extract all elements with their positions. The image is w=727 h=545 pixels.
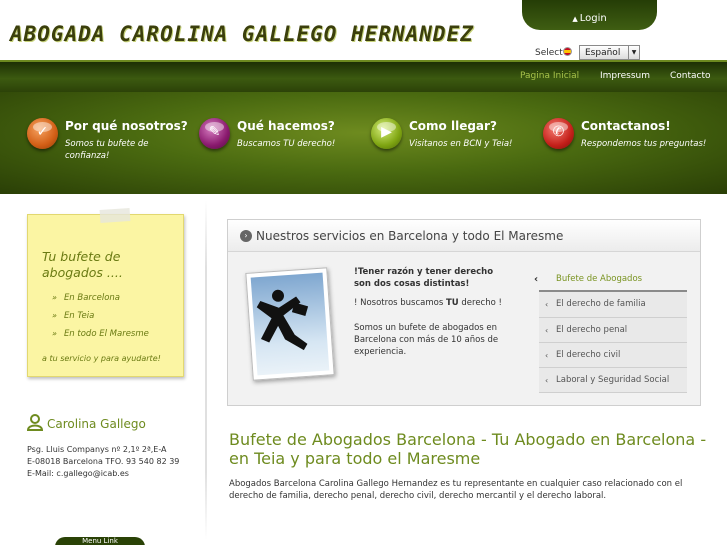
services-headline: !Tener razón y tener derecho son dos cos… (354, 267, 494, 289)
services-menu-item-laboral[interactable]: ‹ Laboral y Seguridad Social (539, 368, 687, 394)
feature-como-llegar[interactable]: ▶ Como llegar? Visitanos en BCN y Teia! (371, 118, 543, 178)
bottom-tab[interactable]: Menu Link (55, 537, 145, 545)
contact-address: E-08018 Barcelona TFO. 93 540 82 39 (27, 457, 180, 466)
feature-por-que[interactable]: ✓ Por qué nosotros? Somos tu bufete de c… (27, 118, 199, 178)
list-item[interactable]: » En Teia (52, 311, 149, 329)
language-select-label: Select (535, 48, 563, 58)
play-glyph: ▶ (381, 124, 392, 140)
pencil-glyph: ✎ (208, 124, 221, 140)
services-menu-item-familia[interactable]: ‹ El derecho de familia (539, 292, 687, 318)
feature-title: Contactanos! (581, 119, 671, 133)
services-menu-item-bufete[interactable]: ‹ Bufete de Abogados (534, 267, 687, 293)
sticky-note: Tu bufete de abogados .... » En Barcelona… (27, 207, 184, 377)
chevron-left-icon: ‹ (545, 376, 549, 386)
feature-subtitle: Somos tu bufete de confianza! (65, 139, 149, 161)
services-description: Somos un bufete de abogados en Barcelona… (354, 323, 499, 357)
page-intro: Abogados Barcelona Carolina Gallego Hern… (229, 479, 683, 501)
site-logo[interactable]: ABOGADA CAROLINA GALLEGO HERNANDEZ (10, 22, 474, 46)
services-menu: ‹ Bufete de Abogados ‹ El derecho de famil… (534, 267, 687, 394)
services-menu-item-civil[interactable]: ‹ El derecho civil (539, 342, 687, 369)
contact-email[interactable]: E-Mail: c.gallego@icab.es (27, 469, 129, 478)
contact-name: Carolina Gallego (47, 417, 146, 431)
feature-subtitle: Visitanos en BCN y Teia! (409, 139, 513, 149)
feature-contactanos[interactable]: ✆ Contactanos! Respondemos tus preguntas… (543, 118, 715, 178)
tape-decoration (99, 207, 131, 224)
feature-subtitle: Buscamos TU derecho! (237, 139, 336, 149)
feature-subtitle: Respondemos tus preguntas! (581, 139, 707, 149)
login-link[interactable]: ▲ Login (522, 13, 657, 24)
list-item[interactable]: » En todo El Maresme (52, 329, 149, 347)
services-slogan: ! Nosotros buscamos TU derecho ! (354, 298, 502, 308)
chevron-right-icon: » (52, 293, 57, 302)
services-header: › Nuestros servicios en Barcelona y todo… (228, 220, 700, 252)
feature-que-hacemos[interactable]: ✎ Qué hacemos? Buscamos TU derecho! (199, 118, 371, 178)
feature-title: Por qué nosotros? (65, 119, 188, 133)
chevron-right-icon: › (240, 230, 252, 242)
chevron-left-icon: ‹ (545, 300, 549, 310)
feature-title: Qué hacemos? (237, 119, 335, 133)
language-select[interactable]: Español ▼ (579, 45, 640, 60)
user-icon (27, 414, 43, 431)
chevron-right-icon: » (52, 329, 57, 338)
spain-flag-icon (563, 47, 572, 56)
note-title: Tu bufete de abogados .... (42, 249, 123, 280)
login-tab: ▲ Login (522, 0, 657, 30)
chevron-left-icon: ‹ (545, 325, 549, 335)
main-nav: Pagina Inicial Impressum Contacto (0, 60, 727, 92)
list-item[interactable]: » En Barcelona (52, 293, 149, 311)
feature-title: Como llegar? (409, 119, 497, 133)
note-footer: a tu servicio y para ayudarte! (42, 354, 161, 363)
nav-item-contacto[interactable]: Contacto (670, 71, 711, 81)
chevron-down-icon[interactable]: ▼ (628, 46, 639, 59)
jumping-man-image (245, 267, 335, 381)
services-title: Nuestros servicios en Barcelona y todo E… (256, 229, 564, 243)
check-glyph: ✓ (36, 124, 49, 140)
nav-item-impressum[interactable]: Impressum (600, 71, 650, 81)
features-band: ✓ Por qué nosotros? Somos tu bufete de c… (0, 92, 727, 194)
services-menu-item-penal[interactable]: ‹ El derecho penal (539, 317, 687, 343)
language-select-value: Español (585, 48, 621, 58)
login-label: Login (579, 13, 607, 24)
sidebar-divider (205, 200, 207, 540)
phone-glyph: ✆ (552, 124, 565, 140)
jumping-figure-icon (256, 289, 309, 351)
page-title: Bufete de Abogados Barcelona - Tu Abogad… (229, 430, 707, 468)
chevron-right-icon: » (52, 311, 57, 320)
note-list: » En Barcelona » En Teia » En todo El Mares… (52, 293, 149, 347)
chevron-left-icon: ‹ (545, 350, 549, 360)
triangle-up-icon: ▲ (572, 15, 578, 23)
services-box: › Nuestros servicios en Barcelona y todo… (227, 219, 701, 406)
site-header: ABOGADA CAROLINA GALLEGO HERNANDEZ ▲ Logi… (0, 0, 727, 60)
contact-address: Psg. Lluis Companys nº 2,1º 2ª,E-A (27, 445, 167, 454)
nav-item-pagina-inicial[interactable]: Pagina Inicial (520, 71, 579, 81)
chevron-left-icon: ‹ (534, 274, 539, 285)
